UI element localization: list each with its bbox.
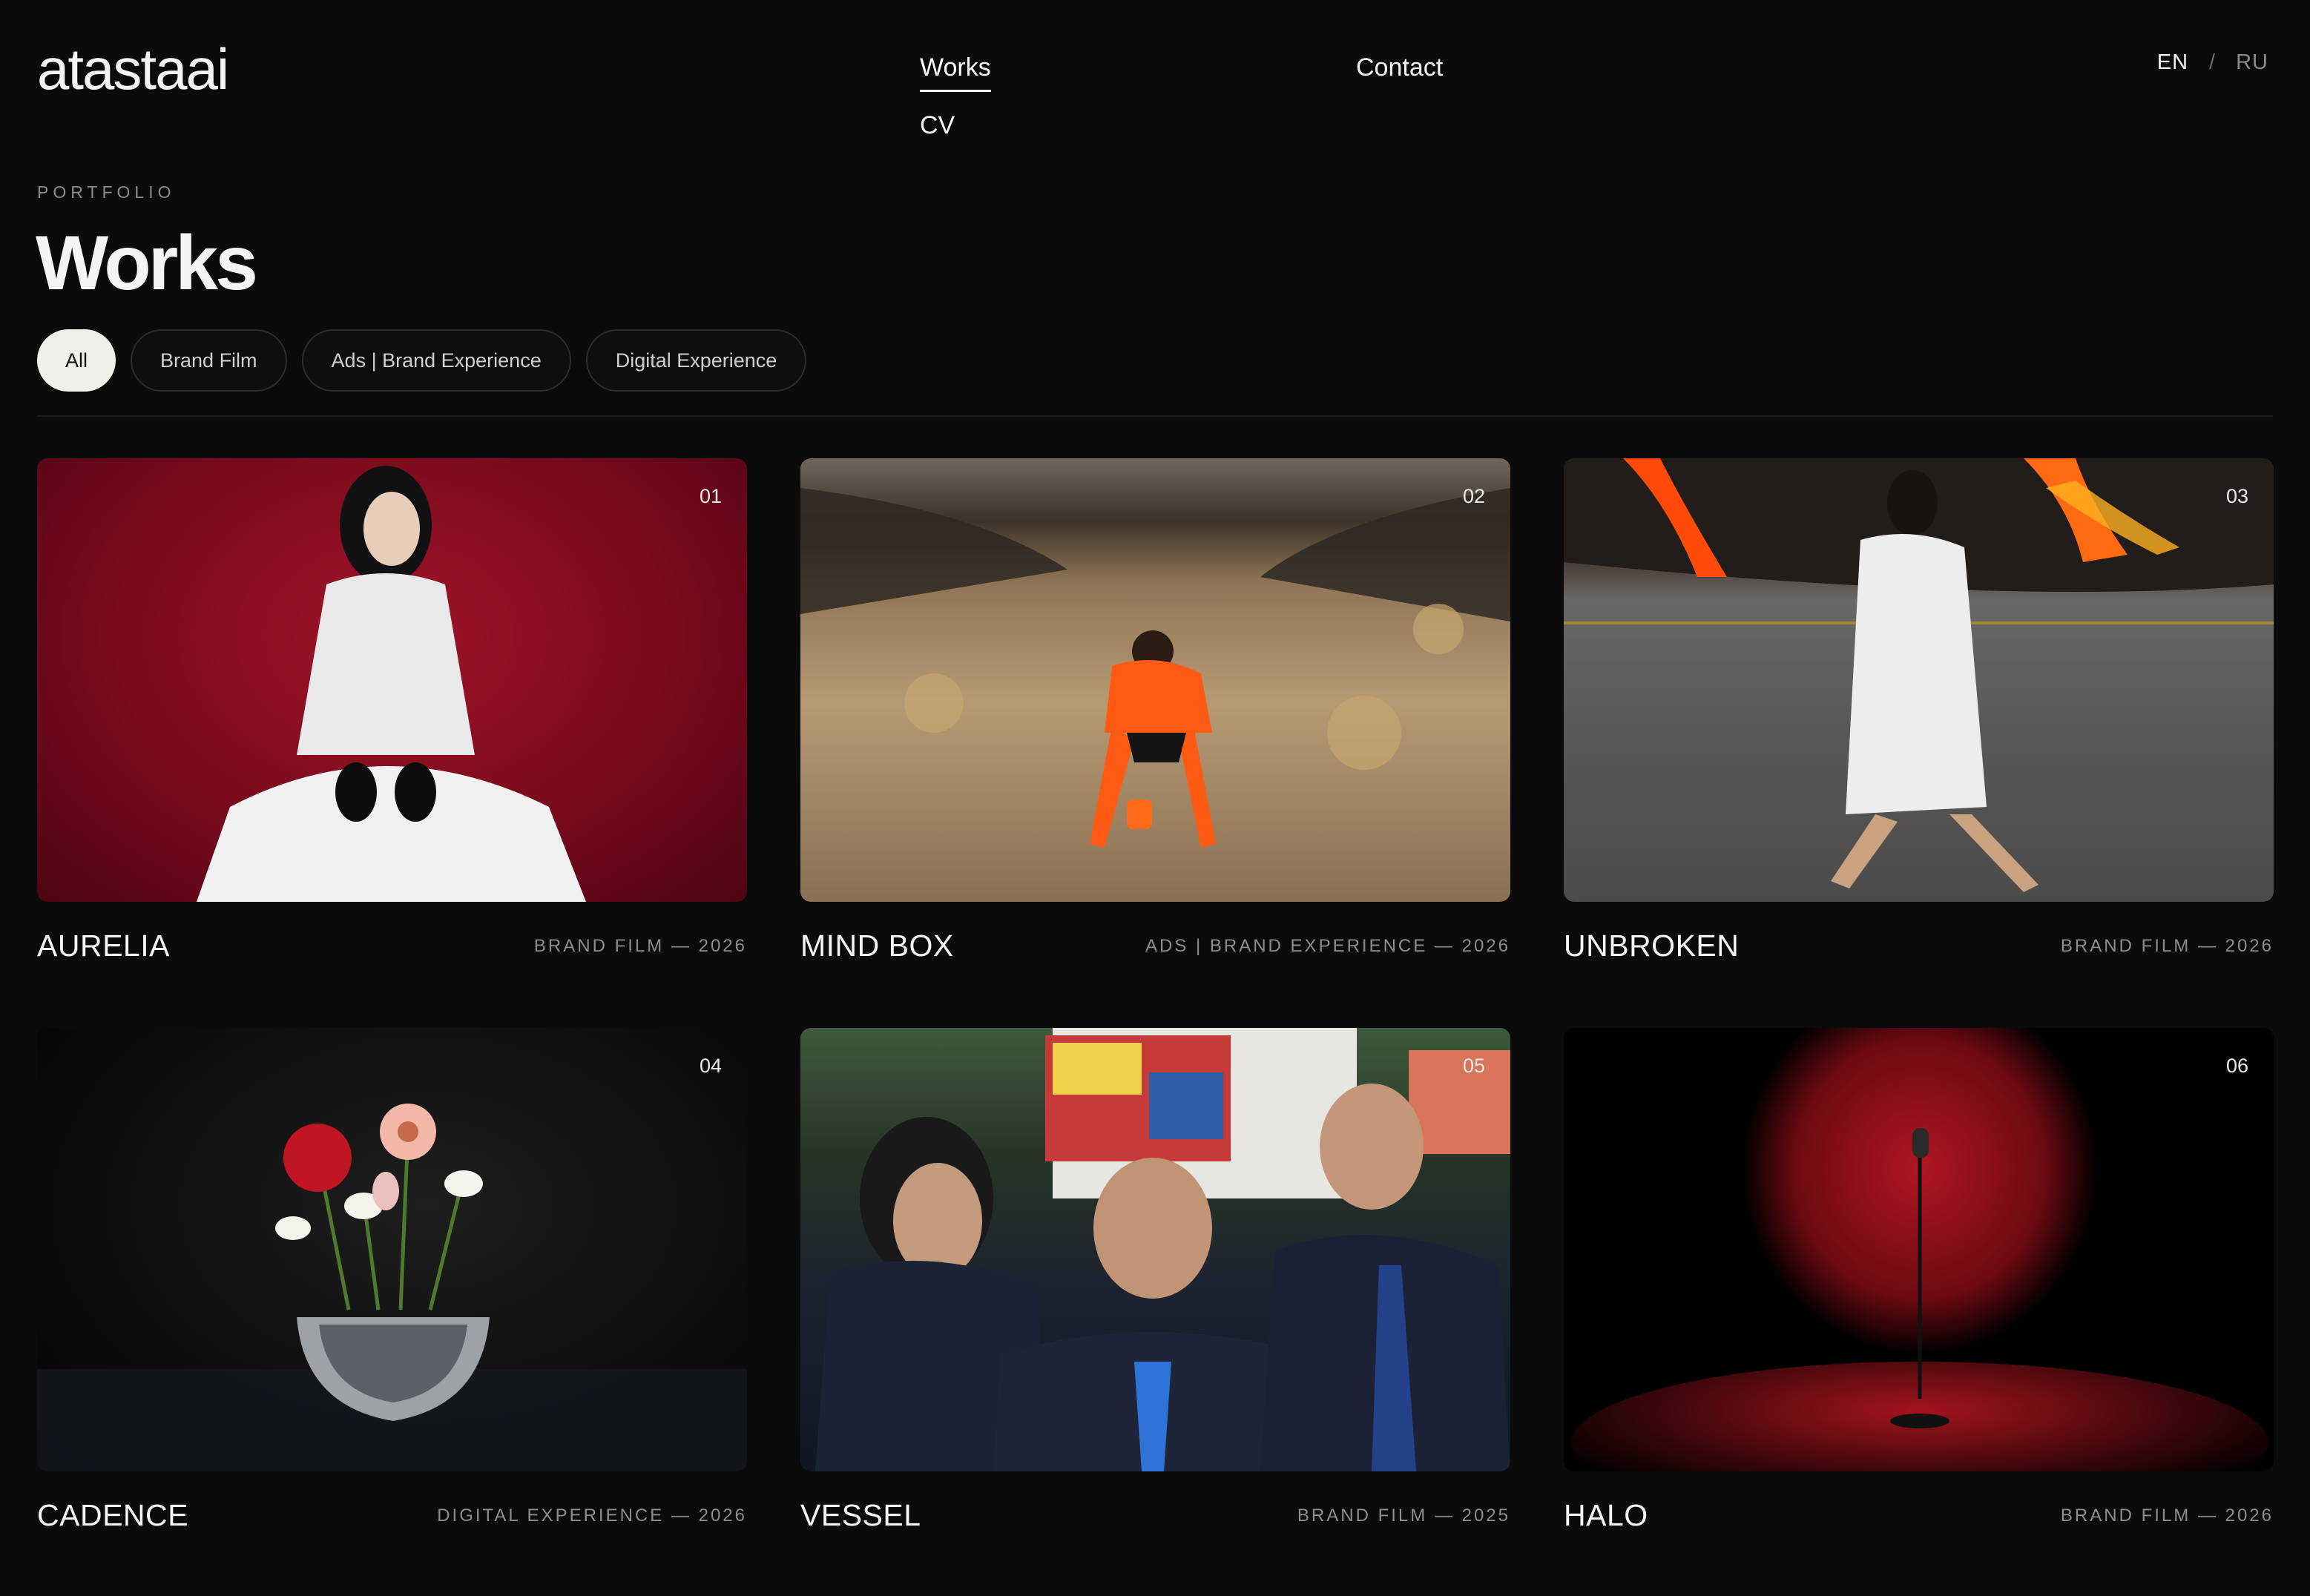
work-category-year: DIGITAL EXPERIENCE — 2026 — [437, 1505, 747, 1526]
work-meta: CADENCE DIGITAL EXPERIENCE — 2026 — [37, 1498, 747, 1533]
work-number: 01 — [699, 485, 722, 507]
work-card[interactable]: 06 HALO BRAND FILM — 2026 — [1564, 1028, 2274, 1596]
work-title[interactable]: AURELIA — [37, 929, 170, 963]
filter-chip-digital-experience[interactable]: Digital Experience — [585, 329, 807, 392]
lang-en-button[interactable]: EN — [2157, 50, 2188, 75]
work-title[interactable]: VESSEL — [800, 1498, 921, 1533]
work-thumbnail[interactable]: 06 — [1564, 1028, 2274, 1471]
nav-contact-link[interactable]: Contact — [1356, 53, 1443, 82]
three-men-in-suits-image — [815, 1028, 1510, 1471]
work-title[interactable]: HALO — [1564, 1498, 1648, 1533]
woman-walking-lava-image — [1564, 458, 2274, 892]
work-title[interactable]: UNBROKEN — [1564, 929, 1739, 963]
site-logo[interactable]: atastaai — [37, 36, 229, 103]
work-meta: HALO BRAND FILM — 2026 — [1564, 1498, 2274, 1533]
work-category-year: BRAND FILM — 2026 — [533, 935, 747, 956]
figure-in-white-dress-image — [197, 466, 586, 902]
work-title[interactable]: CADENCE — [37, 1498, 188, 1533]
work-thumbnail[interactable]: 01 — [37, 458, 747, 902]
work-card[interactable]: 02 MIND BOX ADS | BRAND EXPERIENCE — 202… — [800, 458, 1510, 1028]
work-card[interactable]: 01 AURELIA BRAND FILM — 2026 — [37, 458, 747, 1028]
work-meta: AURELIA BRAND FILM — 2026 — [37, 929, 747, 963]
section-eyebrow: PORTFOLIO — [37, 182, 176, 202]
work-number: 03 — [2225, 485, 2248, 507]
work-card[interactable]: 03 UNBROKEN BRAND FILM — 2026 — [1564, 458, 2274, 1028]
filter-bar: All Brand Film Ads | Brand Experience Di… — [37, 329, 807, 392]
nav-works-link[interactable]: Works — [920, 53, 991, 92]
work-thumbnail[interactable]: 05 — [800, 1028, 1510, 1471]
page: atastaai Works Contact CV EN / RU PORTFO… — [0, 0, 2310, 1596]
nav-cv-link[interactable]: CV — [920, 111, 955, 140]
work-category-year: BRAND FILM — 2026 — [2060, 1505, 2274, 1526]
work-number: 04 — [699, 1055, 722, 1077]
section-divider — [37, 415, 2273, 417]
works-grid: 01 AURELIA BRAND FILM — 2026 02 MIND BOX… — [37, 458, 2274, 1596]
work-meta: UNBROKEN BRAND FILM — 2026 — [1564, 929, 2274, 963]
language-switcher: EN / RU — [2157, 50, 2268, 75]
work-thumbnail[interactable]: 04 — [37, 1028, 747, 1471]
flowers-in-vase-image — [37, 1104, 747, 1471]
work-card[interactable]: 05 VESSEL BRAND FILM — 2025 — [800, 1028, 1510, 1596]
work-meta: MIND BOX ADS | BRAND EXPERIENCE — 2026 — [800, 929, 1510, 963]
stage-microphone-spotlight-image — [1571, 1028, 2268, 1471]
lang-ru-button[interactable]: RU — [2236, 50, 2268, 75]
work-thumbnail[interactable]: 02 — [800, 458, 1510, 902]
work-number: 06 — [2225, 1055, 2248, 1077]
work-title[interactable]: MIND BOX — [800, 929, 954, 963]
work-category-year: ADS | BRAND EXPERIENCE — 2026 — [1145, 935, 1510, 956]
work-card[interactable]: 04 CADENCE DIGITAL EXPERIENCE — 2026 — [37, 1028, 747, 1596]
work-category-year: BRAND FILM — 2026 — [2060, 935, 2274, 956]
filter-chip-ads-brand-experience[interactable]: Ads | Brand Experience — [301, 329, 571, 392]
filter-chip-all[interactable]: All — [37, 329, 116, 392]
filter-chip-brand-film[interactable]: Brand Film — [131, 329, 287, 392]
work-number: 05 — [1462, 1055, 1485, 1077]
work-meta: VESSEL BRAND FILM — 2025 — [800, 1498, 1510, 1533]
lang-separator: / — [2209, 50, 2216, 74]
page-title: Works — [36, 220, 258, 306]
work-number: 02 — [1462, 485, 1485, 507]
work-thumbnail[interactable]: 03 — [1564, 458, 2274, 902]
work-category-year: BRAND FILM — 2025 — [1297, 1505, 1510, 1526]
runner-in-desert-image — [800, 488, 1510, 848]
